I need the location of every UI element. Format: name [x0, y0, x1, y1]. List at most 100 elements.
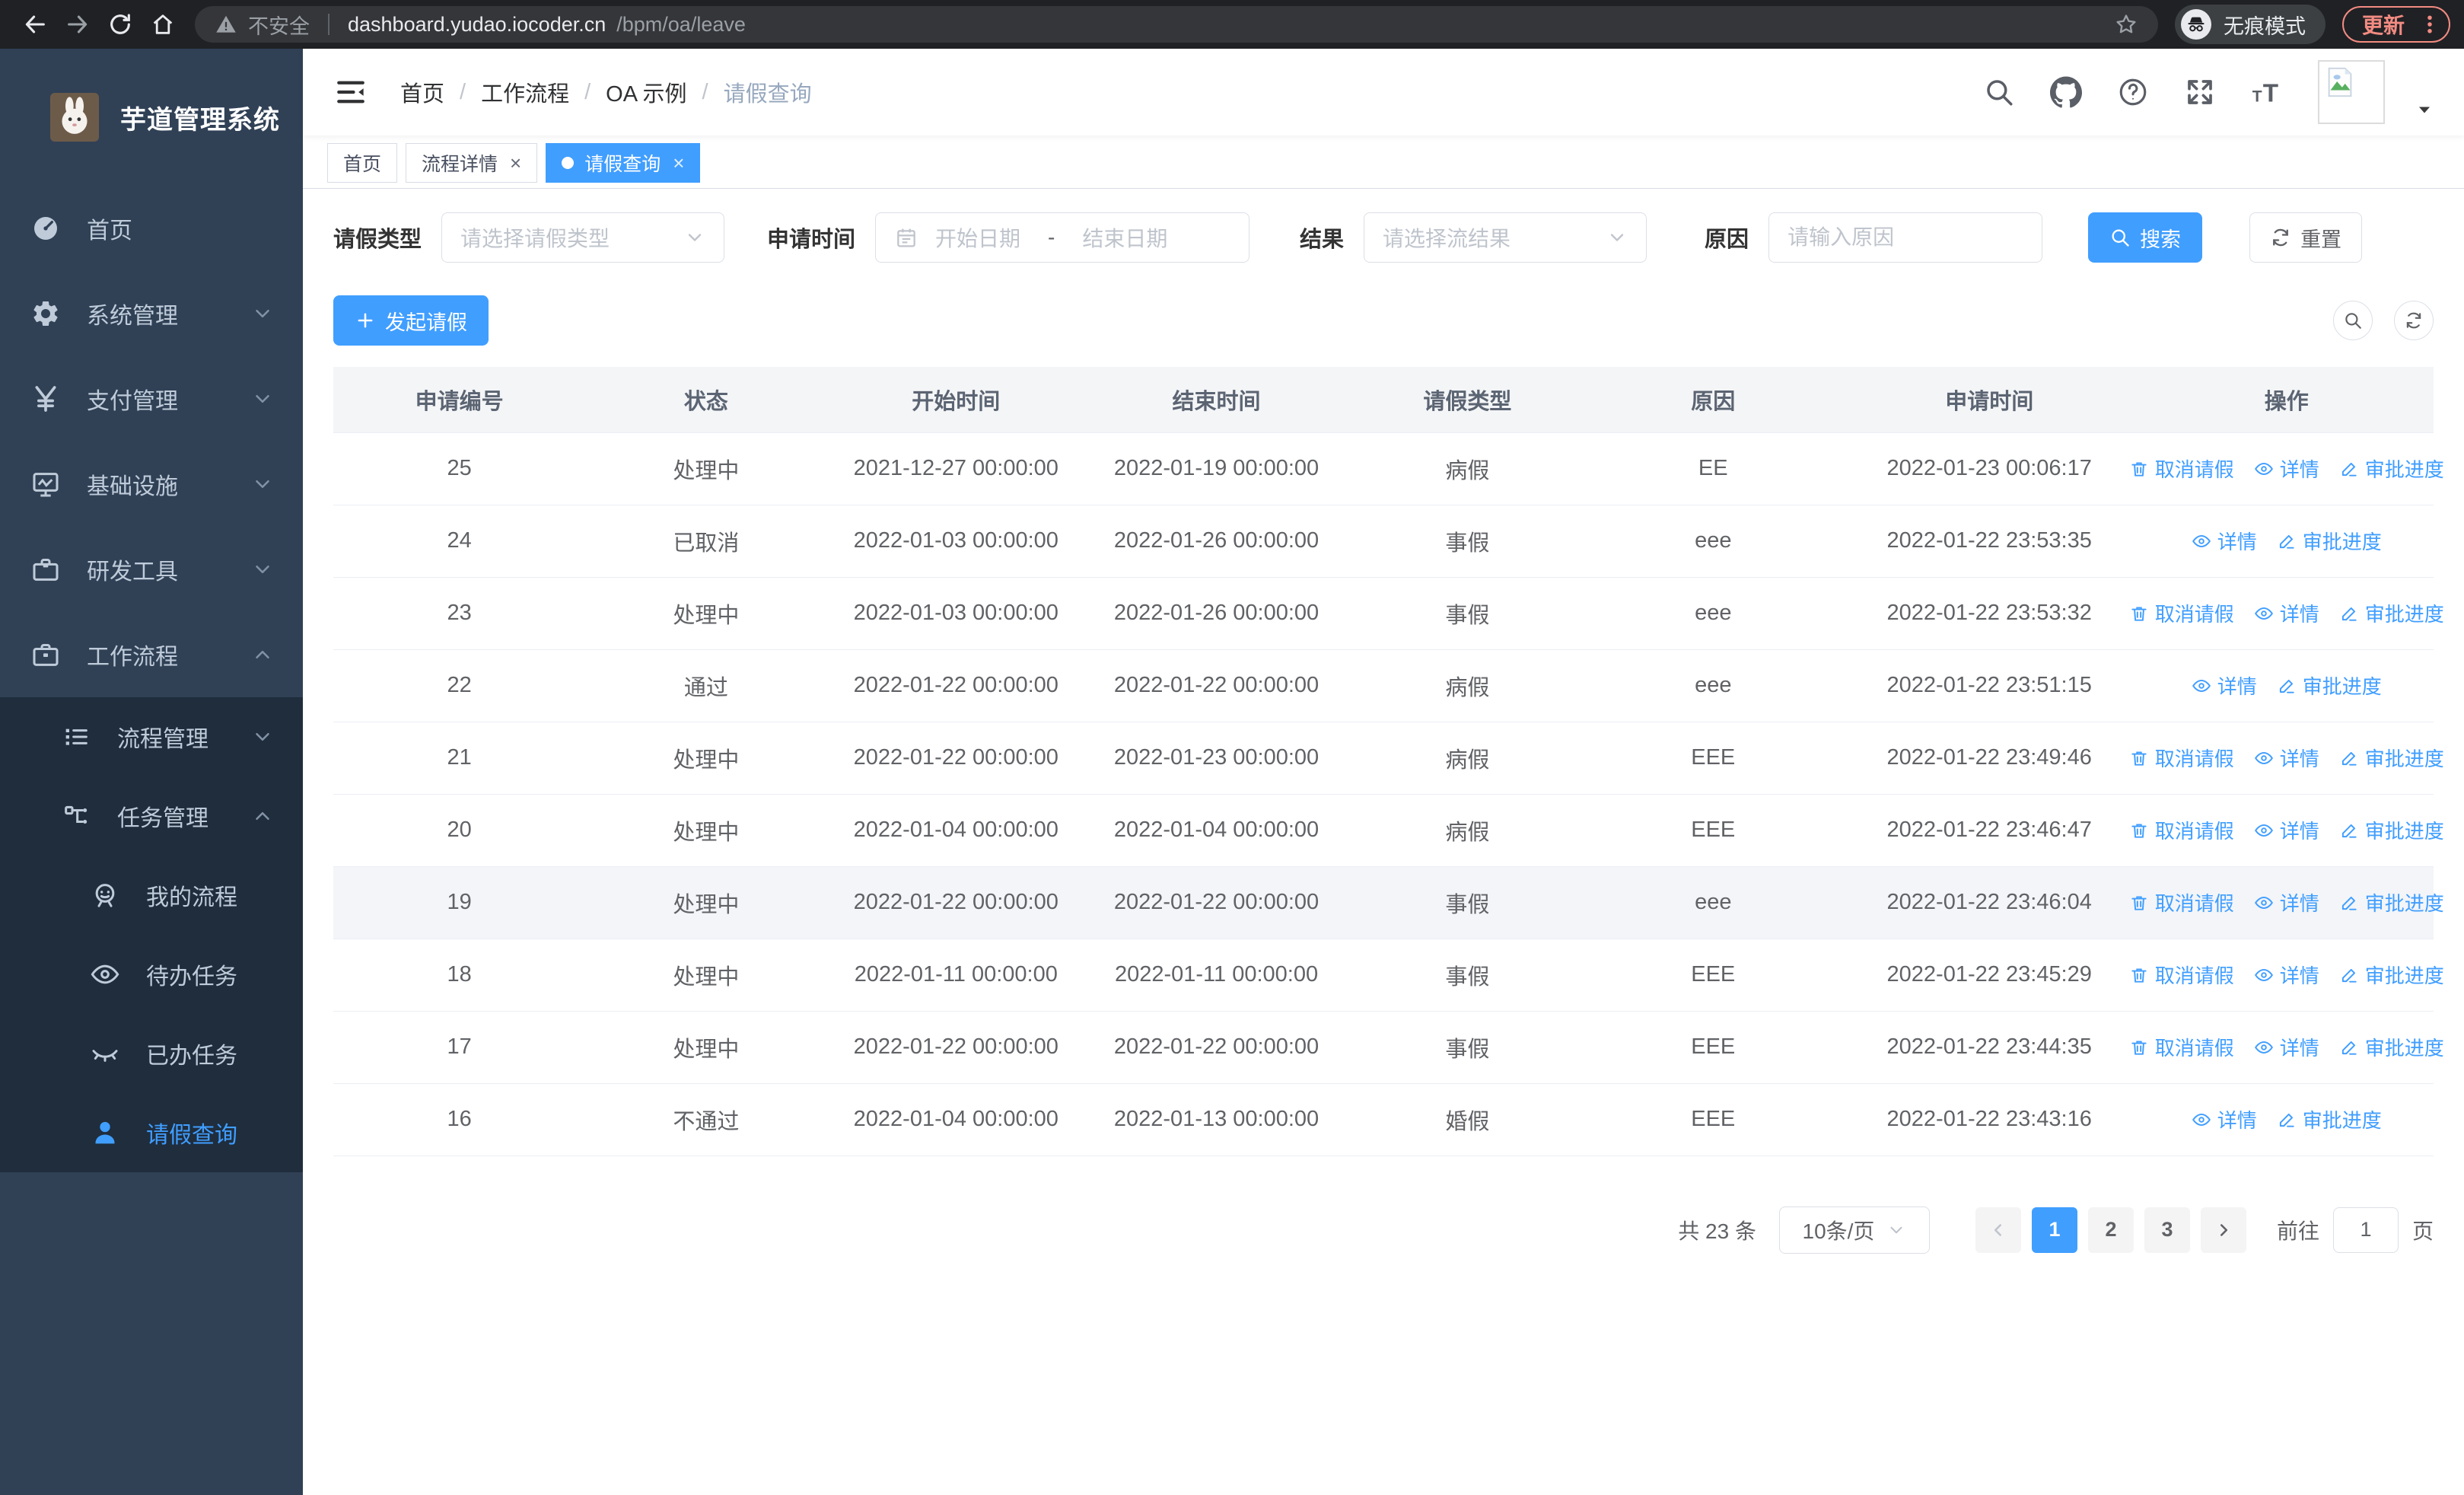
help-icon[interactable]: [2117, 76, 2149, 108]
cancel-action-link[interactable]: 取消请假: [2129, 1033, 2234, 1061]
breadcrumb-item[interactable]: 首页: [400, 76, 444, 108]
detail-action-link[interactable]: 详情: [2254, 454, 2319, 483]
list-icon: [61, 722, 91, 752]
cancel-action-link[interactable]: 取消请假: [2129, 888, 2234, 916]
search-button[interactable]: 搜索: [2088, 212, 2203, 263]
address-bar[interactable]: 不安全 dashboard.yudao.iocoder.cn/bpm/oa/le…: [195, 6, 2158, 43]
sidebar-item-system-mgmt[interactable]: 系统管理: [0, 271, 303, 356]
prev-page-button[interactable]: [1975, 1207, 2021, 1253]
bookmark-star-icon[interactable]: [2114, 12, 2138, 37]
cancel-action-label: 取消请假: [2154, 964, 2234, 987]
refresh-table-button[interactable]: [2394, 301, 2434, 340]
result-select[interactable]: 请选择流结果: [1364, 212, 1647, 263]
chevron-down-icon: [251, 473, 274, 496]
detail-action-link[interactable]: 详情: [2254, 1033, 2319, 1061]
progress-action-link[interactable]: 审批进度: [2277, 1105, 2382, 1133]
reason-input[interactable]: [1769, 213, 2042, 262]
browser-home-button[interactable]: [142, 3, 184, 46]
column-header: 申请编号: [333, 367, 586, 433]
sidebar-item-payment-mgmt[interactable]: 支付管理: [0, 356, 303, 441]
forward-icon: [68, 15, 88, 33]
detail-action-link[interactable]: 详情: [2192, 671, 2257, 700]
plus-icon: [358, 313, 373, 328]
sidebar-collapse-button[interactable]: [327, 69, 374, 116]
create-leave-button[interactable]: 发起请假: [333, 295, 489, 346]
sidebar-item-my-process[interactable]: 我的流程: [0, 856, 303, 935]
progress-action-link[interactable]: 审批进度: [2339, 1033, 2444, 1061]
tab-请假查询[interactable]: 请假查询 ×: [546, 143, 701, 183]
toolbox-icon: [30, 554, 61, 585]
progress-action-link[interactable]: 审批进度: [2339, 961, 2444, 989]
breadcrumb-item[interactable]: 工作流程: [481, 76, 569, 108]
progress-action-link[interactable]: 审批进度: [2339, 599, 2444, 627]
cancel-action-link[interactable]: 取消请假: [2129, 599, 2234, 627]
tab-close-icon[interactable]: ×: [673, 151, 684, 175]
apply-time-range-picker[interactable]: 开始日期 - 结束日期: [875, 212, 1250, 263]
font-size-icon[interactable]: TT: [2251, 76, 2283, 108]
progress-action-link[interactable]: 审批进度: [2277, 671, 2382, 700]
detail-action-link[interactable]: 详情: [2254, 816, 2319, 844]
tab-首页[interactable]: 首页: [327, 143, 398, 183]
avatar-dropdown-caret-icon[interactable]: [2415, 100, 2434, 119]
progress-action-link[interactable]: 审批进度: [2339, 744, 2444, 772]
detail-action-link[interactable]: 详情: [2192, 1105, 2257, 1133]
table-toolbar: 发起请假: [333, 295, 2434, 346]
detail-action-link[interactable]: 详情: [2254, 599, 2319, 627]
sidebar-item-leave-query[interactable]: 请假查询: [0, 1093, 303, 1172]
cell-actions: 取消请假 详情 审批进度: [2131, 794, 2444, 867]
sidebar-item-done-task[interactable]: 已办任务: [0, 1014, 303, 1093]
browser-forward-button[interactable]: [56, 3, 99, 46]
page-size-select[interactable]: 10条/页: [1778, 1206, 1930, 1254]
url-divider: [328, 14, 329, 35]
sidebar-item-home[interactable]: 首页: [0, 186, 303, 271]
page-button-2[interactable]: 2: [2087, 1207, 2134, 1253]
next-page-button[interactable]: [2200, 1207, 2246, 1253]
tab-close-icon[interactable]: ×: [510, 151, 521, 175]
goto-page-input[interactable]: [2332, 1207, 2399, 1253]
sidebar-item-todo-task[interactable]: 待办任务: [0, 935, 303, 1014]
fullscreen-icon[interactable]: [2184, 76, 2216, 108]
detail-action-link[interactable]: 详情: [2254, 744, 2319, 772]
progress-action-link[interactable]: 审批进度: [2339, 888, 2444, 916]
cell-type: 病假: [1348, 432, 1587, 505]
reset-button[interactable]: 重置: [2249, 212, 2363, 263]
cell-id: 16: [333, 1083, 586, 1156]
cell-end: 2022-01-23 00:00:00: [1085, 722, 1348, 795]
cancel-action-link[interactable]: 取消请假: [2129, 744, 2234, 772]
detail-action-link[interactable]: 详情: [2254, 961, 2319, 989]
incognito-label: 无痕模式: [2223, 14, 2306, 38]
user-avatar[interactable]: [2318, 60, 2385, 124]
detail-action-link[interactable]: 详情: [2192, 527, 2257, 555]
progress-action-link[interactable]: 审批进度: [2339, 454, 2444, 483]
sidebar-item-task-mgmt[interactable]: 任务管理: [0, 776, 303, 856]
end-date-placeholder: 结束日期: [1082, 227, 1168, 250]
cell-reason: eee: [1587, 866, 1839, 939]
sidebar-item-infrastructure[interactable]: 基础设施: [0, 441, 303, 527]
browser-reload-button[interactable]: [99, 3, 142, 46]
page-button-1[interactable]: 1: [2031, 1207, 2077, 1253]
sidebar-item-dev-tools[interactable]: 研发工具: [0, 527, 303, 612]
chevron-down-icon: [251, 558, 274, 581]
leave-type-select[interactable]: 请选择请假类型: [441, 212, 725, 263]
app-logo-row[interactable]: 芋道管理系统: [0, 49, 303, 186]
browser-menu-icon[interactable]: [2418, 13, 2441, 36]
progress-action-link[interactable]: 审批进度: [2339, 816, 2444, 844]
cancel-action-link[interactable]: 取消请假: [2129, 454, 2234, 483]
cancel-action-link[interactable]: 取消请假: [2129, 961, 2234, 989]
menu-fold-icon: [337, 81, 365, 104]
chevron-up-icon: [251, 805, 274, 827]
breadcrumb-item[interactable]: OA 示例: [606, 76, 686, 108]
browser-back-button[interactable]: [14, 3, 56, 46]
progress-action-link[interactable]: 审批进度: [2277, 527, 2382, 555]
cell-status: 处理中: [585, 577, 827, 650]
search-icon[interactable]: [1983, 76, 2015, 108]
page-button-3[interactable]: 3: [2144, 1207, 2190, 1253]
github-icon[interactable]: [2050, 76, 2082, 108]
tab-流程详情[interactable]: 流程详情 ×: [406, 143, 538, 183]
cancel-action-link[interactable]: 取消请假: [2129, 816, 2234, 844]
toggle-search-button[interactable]: [2333, 301, 2373, 340]
detail-action-link[interactable]: 详情: [2254, 888, 2319, 916]
browser-update-button[interactable]: 更新: [2341, 6, 2450, 43]
sidebar-item-process-mgmt[interactable]: 流程管理: [0, 697, 303, 776]
sidebar-item-workflow[interactable]: 工作流程: [0, 612, 303, 697]
